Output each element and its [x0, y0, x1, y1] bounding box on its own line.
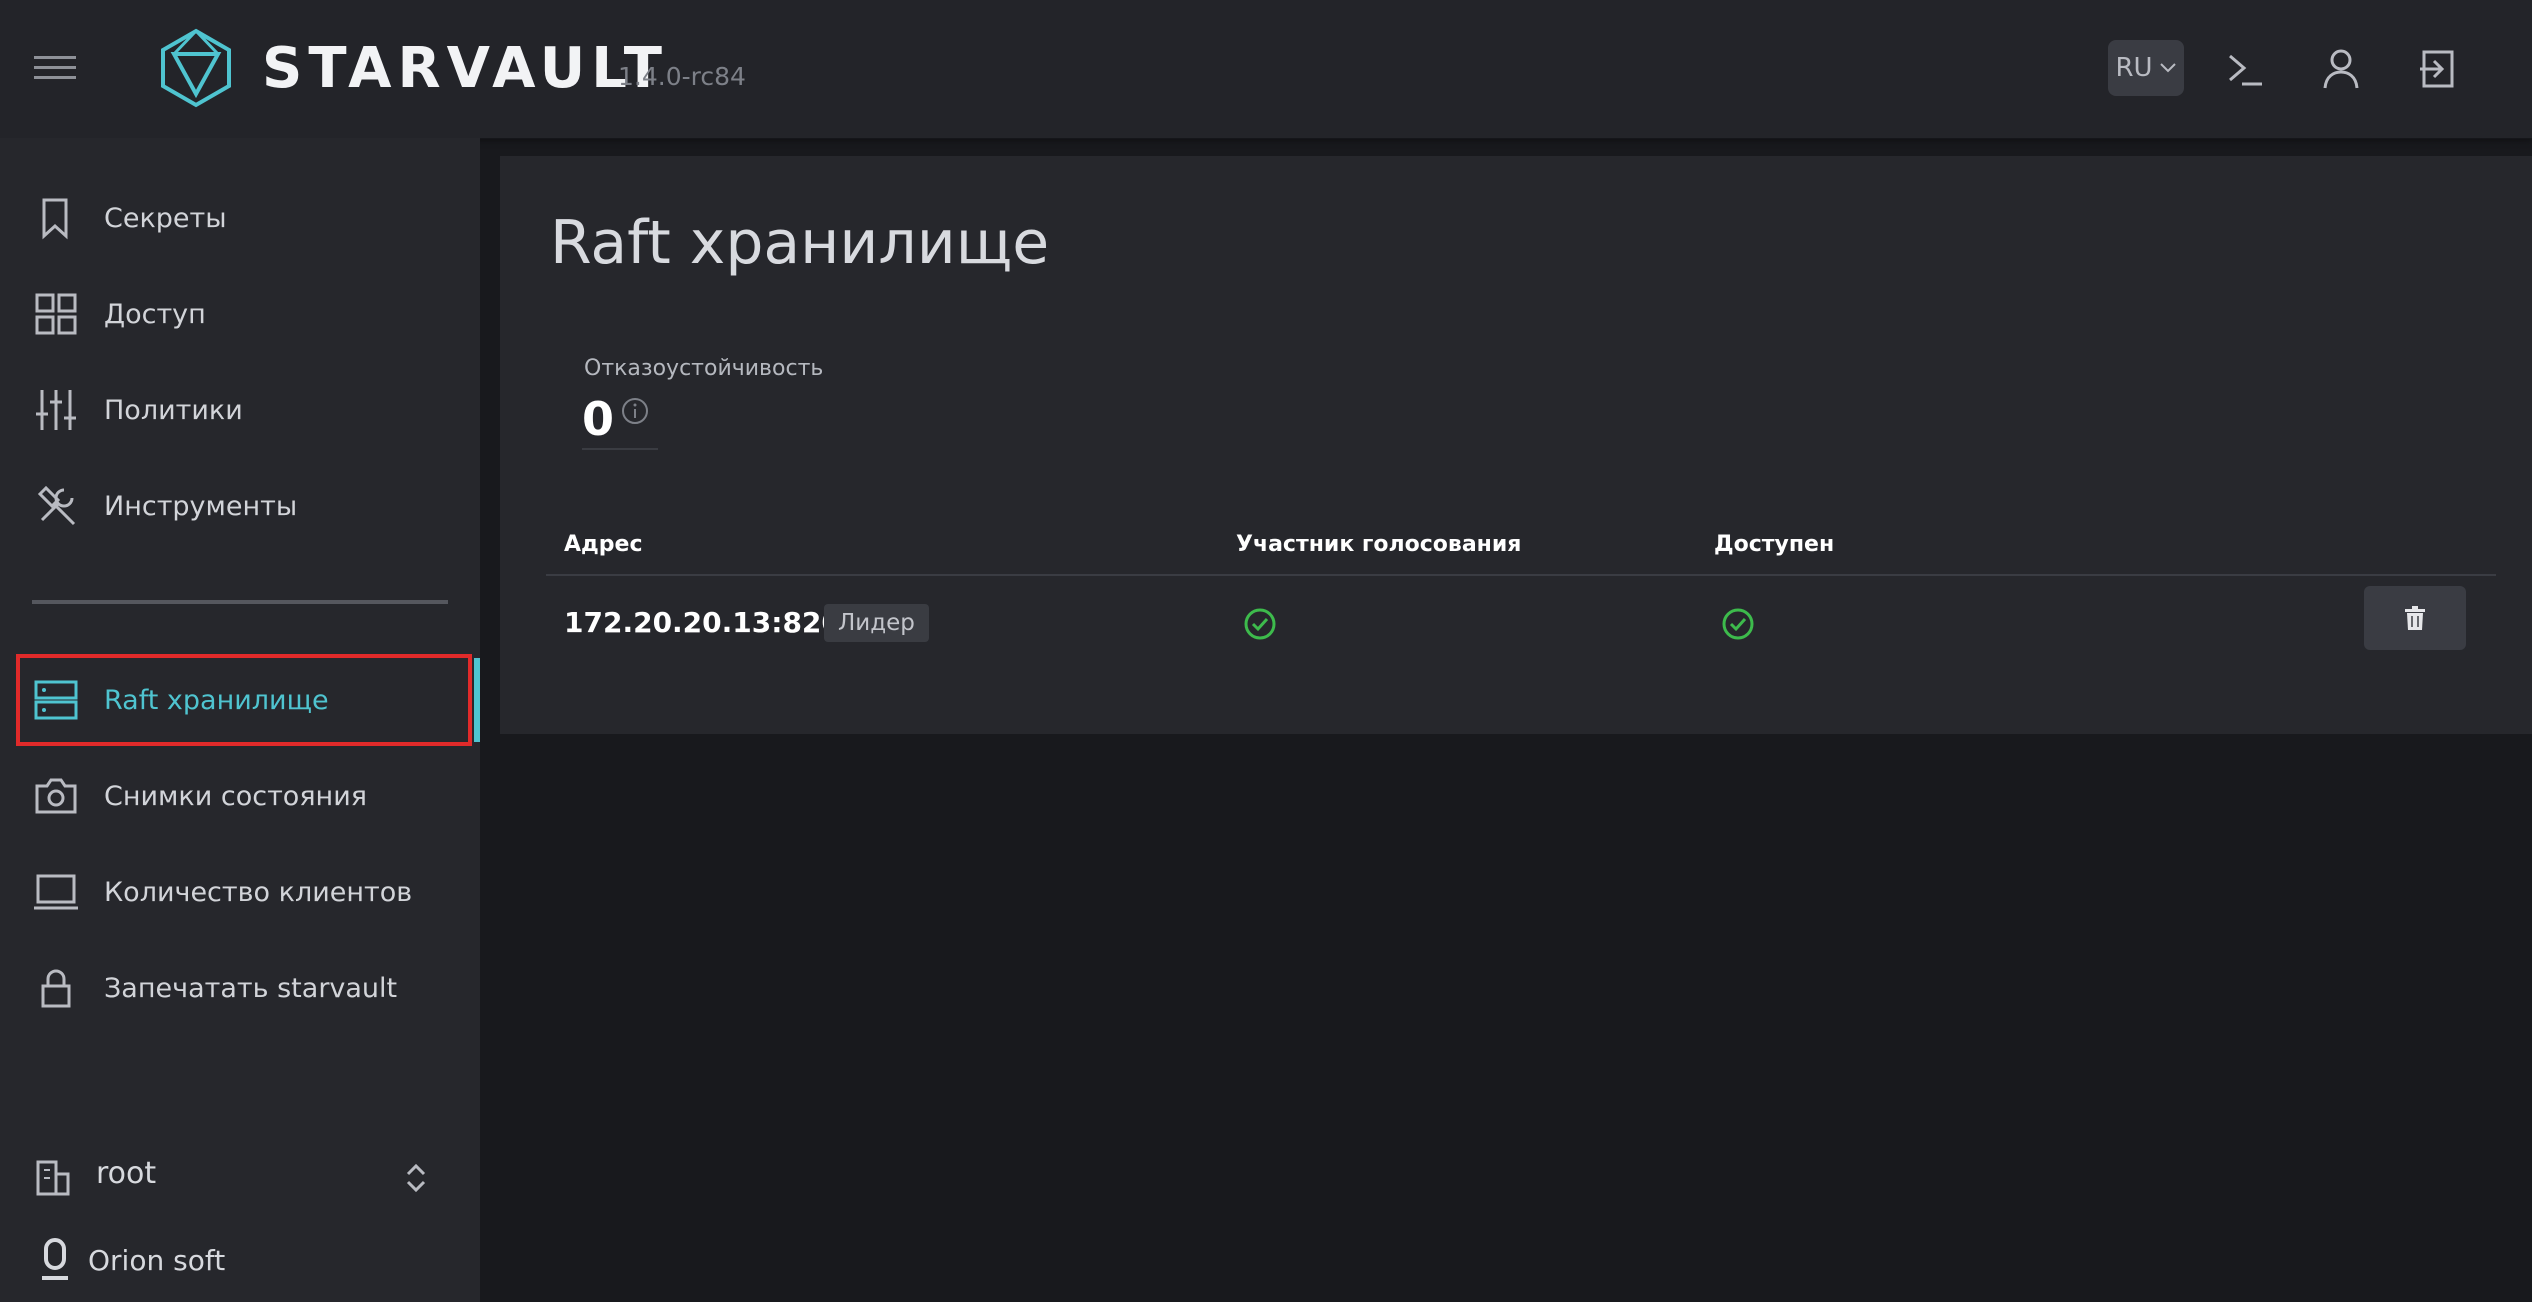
info-icon[interactable]: [620, 396, 650, 426]
column-header: Адрес: [564, 532, 643, 557]
namespace-selector[interactable]: root: [0, 1138, 480, 1218]
sidebar-item-access[interactable]: Доступ: [0, 272, 480, 356]
orion-logo-icon: [36, 1238, 74, 1282]
organization-info: Orion soft: [0, 1226, 480, 1296]
version-label: 1.4.0-rc84: [618, 62, 746, 91]
brand-name: STARVAULT: [262, 36, 668, 101]
sidebar-item-tools[interactable]: Инструменты: [0, 464, 480, 548]
sidebar-item-policies[interactable]: Политики: [0, 368, 480, 452]
trash-icon: [2405, 606, 2425, 630]
sidebar-item-secrets[interactable]: Секреты: [0, 176, 480, 260]
language-select[interactable]: RU: [2108, 40, 2184, 96]
sidebar-divider: [32, 600, 448, 604]
page-title: Raft хранилище: [550, 208, 1050, 278]
top-header: STARVAULT 1.4.0-rc84 RU: [0, 0, 2532, 139]
sidebar-item-label: Raft хранилище: [104, 684, 329, 716]
chevron-down-icon: [2159, 63, 2176, 73]
stat-value: 0: [582, 392, 615, 446]
sidebar-item-raft-storage[interactable]: Raft хранилище: [0, 658, 480, 742]
active-indicator: [474, 658, 480, 742]
menu-icon[interactable]: [34, 50, 76, 86]
stat-label: Отказоустойчивость: [584, 356, 824, 381]
sidebar-item-client-count[interactable]: Количество клиентов: [0, 850, 480, 934]
camera-icon: [34, 774, 78, 818]
sidebar-item-label: Снимки состояния: [104, 780, 367, 812]
grid-icon: [34, 292, 78, 336]
available-check-icon: [1720, 606, 1756, 642]
server-icon: [34, 678, 78, 722]
table-row: 172.20.20.13:8201 Лидер: [546, 576, 2496, 676]
column-header: Участник голосования: [1236, 532, 1522, 557]
sidebar-item-snapshots[interactable]: Снимки состояния: [0, 754, 480, 838]
delete-node-button[interactable]: [2364, 586, 2466, 650]
sidebar-item-label: Инструменты: [104, 490, 298, 522]
main-panel: Raft хранилище Отказоустойчивость 0 Адре…: [500, 156, 2532, 734]
lock-icon: [34, 966, 78, 1010]
namespace-label: root: [96, 1156, 157, 1191]
starvault-logo-icon[interactable]: [160, 28, 232, 108]
voter-check-icon: [1242, 606, 1278, 642]
building-icon: [34, 1158, 74, 1198]
sidebar-item-label: Секреты: [104, 202, 227, 234]
organization-label: Orion soft: [88, 1244, 226, 1277]
terminal-icon[interactable]: [2220, 44, 2270, 94]
sidebar-item-seal[interactable]: Запечатать starvault: [0, 946, 480, 1030]
table-header: Адрес Участник голосования Доступен: [546, 518, 2496, 576]
chevron-up-down-icon: [400, 1160, 432, 1196]
sidebar-item-label: Запечатать starvault: [104, 972, 398, 1004]
node-address: 172.20.20.13:8201: [564, 606, 861, 639]
sliders-icon: [34, 388, 78, 432]
sidebar-item-label: Количество клиентов: [104, 876, 413, 908]
laptop-icon: [34, 870, 78, 914]
sidebar: Секреты Доступ Политики Инструменты Raft…: [0, 138, 480, 1302]
user-icon[interactable]: [2316, 44, 2366, 94]
stat-underline: [582, 448, 658, 450]
tools-icon: [34, 484, 78, 528]
column-header: Доступен: [1714, 532, 1835, 557]
sidebar-item-label: Политики: [104, 394, 243, 426]
logout-icon[interactable]: [2412, 44, 2462, 94]
leader-badge: Лидер: [824, 604, 929, 642]
bookmark-icon: [34, 196, 78, 240]
sidebar-item-label: Доступ: [104, 298, 206, 330]
language-label: RU: [2115, 53, 2153, 83]
